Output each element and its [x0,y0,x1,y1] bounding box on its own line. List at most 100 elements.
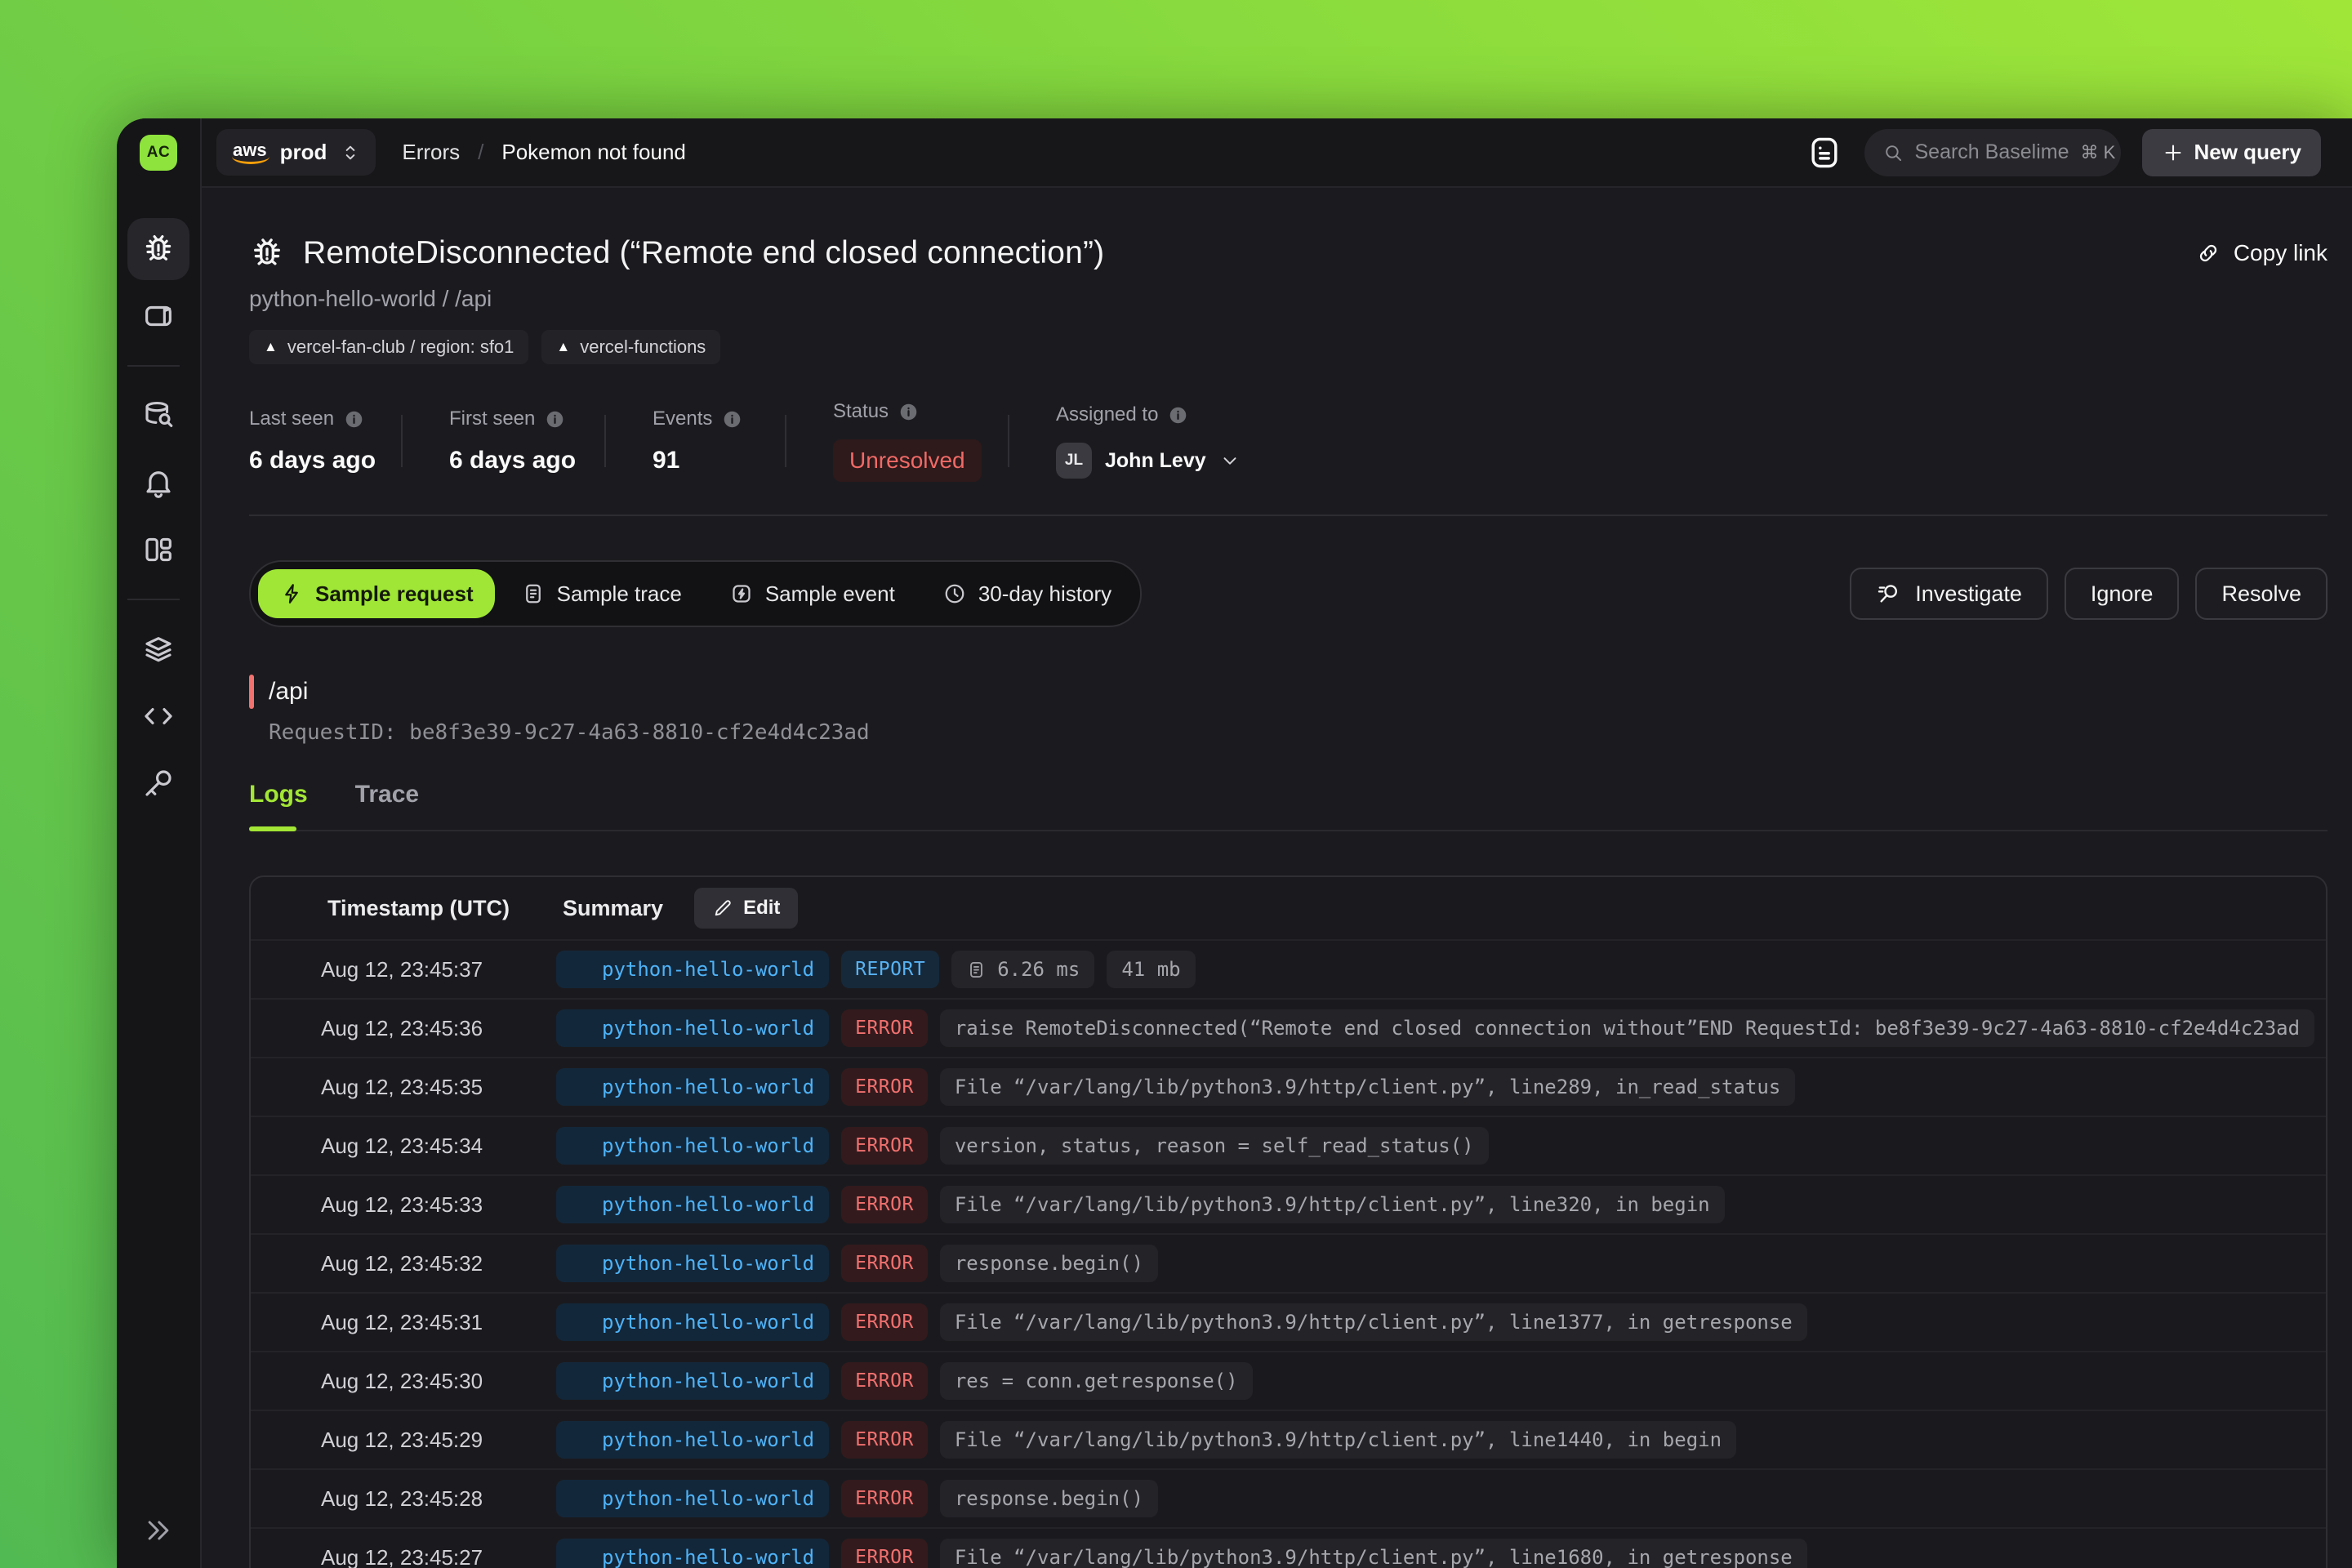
service-chip[interactable]: python-hello-world [556,1186,829,1223]
environment-name: prod [280,140,327,165]
chevron-right-icon[interactable] [280,1253,301,1274]
tab-logs[interactable]: Logs [249,781,308,830]
tag-chip[interactable]: ▲vercel-functions [541,330,720,364]
chevron-right-icon[interactable] [280,1370,301,1392]
tag-chip[interactable]: ▲vercel-fan-club / region: sfo1 [249,330,528,364]
table-row[interactable]: Aug 12, 23:45:34 python-hello-world ERRO… [251,1116,2326,1174]
sidebar-item-layers[interactable] [127,618,189,680]
new-query-button[interactable]: New query [2142,129,2322,176]
table-row[interactable]: Aug 12, 23:45:37 python-hello-world REPO… [251,939,2326,998]
chevron-right-icon[interactable] [280,1547,301,1568]
chevron-right-icon[interactable] [280,959,301,980]
route-error-bar [249,675,254,709]
level-badge: ERROR [841,1362,928,1400]
chevron-right-icon[interactable] [280,1076,301,1098]
page-title: RemoteDisconnected (“Remote end closed c… [303,235,2178,271]
package-icon [571,1254,591,1274]
breadcrumb-section[interactable]: Errors [402,140,460,165]
sidebar-item-database-search[interactable] [127,385,189,447]
chevron-right-icon[interactable] [280,1194,301,1215]
pencil-icon [712,898,733,919]
resolve-button[interactable]: Resolve [2195,568,2328,620]
lightning-icon [279,581,304,606]
sidebar-item-package[interactable] [127,285,189,347]
new-query-label: New query [2194,140,2302,165]
chevron-right-icon[interactable] [280,1135,301,1156]
table-row[interactable]: Aug 12, 23:45:29 python-hello-world ERRO… [251,1410,2326,1468]
table-row[interactable]: Aug 12, 23:45:31 python-hello-world ERRO… [251,1292,2326,1351]
level-badge: ERROR [841,1009,928,1047]
tab-sample-request[interactable]: Sample request [258,569,495,618]
table-row[interactable]: Aug 12, 23:45:27 python-hello-world ERRO… [251,1527,2326,1568]
level-badge: ERROR [841,1421,928,1459]
service-chip[interactable]: python-hello-world [556,1303,829,1341]
service-chip[interactable]: python-hello-world [556,1009,829,1047]
assignee-selector[interactable]: JLJohn Levy [1056,443,1241,479]
assignee-name: John Levy [1105,449,1206,473]
package-icon [571,1312,591,1333]
service-chip[interactable]: python-hello-world [556,1127,829,1165]
log-message: File “/var/lang/lib/python3.9/http/clien… [940,1303,1807,1341]
service-chip[interactable]: python-hello-world [556,1245,829,1282]
service-chip[interactable]: python-hello-world [556,1480,829,1517]
search-input[interactable]: Search Baselime ⌘ K [1864,129,2121,176]
environment-selector[interactable]: aws prod [216,129,376,176]
sidebar-item-bell[interactable] [127,452,189,514]
tab-sample-event[interactable]: Sample event [708,569,916,618]
info-icon [722,409,742,430]
layers-icon [141,632,176,666]
table-row[interactable]: Aug 12, 23:45:30 python-hello-world ERRO… [251,1351,2326,1410]
copy-link-label: Copy link [2234,240,2328,266]
level-badge: ERROR [841,1068,928,1106]
ignore-button[interactable]: Ignore [2065,568,2180,620]
logs-table: Timestamp (UTC) Summary Edit Aug 12, 23:… [249,875,2328,1568]
investigate-icon [1876,581,1902,607]
investigate-button[interactable]: Investigate [1850,568,2048,620]
sample-toolbar: Sample requestSample traceSample event30… [249,560,2328,627]
tab-30-day-history[interactable]: 30-day history [921,569,1133,618]
service-chip[interactable]: python-hello-world [556,951,829,988]
bell-icon [141,466,176,500]
row-timestamp: Aug 12, 23:45:36 [321,1016,556,1041]
avatar[interactable]: AC [140,135,177,171]
service-chip[interactable]: python-hello-world [556,1421,829,1459]
metric-chip: 6.26 ms [951,951,1094,988]
chevron-right-icon[interactable] [280,1018,301,1039]
breadcrumb-current: Pokemon not found [501,140,686,165]
chevron-right-icon[interactable] [280,1488,301,1509]
table-row[interactable]: Aug 12, 23:45:28 python-hello-world ERRO… [251,1468,2326,1527]
copy-link-button[interactable]: Copy link [2196,240,2328,266]
level-badge: ERROR [841,1303,928,1341]
table-row[interactable]: Aug 12, 23:45:32 python-hello-world ERRO… [251,1233,2326,1292]
expand-sidebar-icon[interactable] [142,1514,175,1547]
service-chip[interactable]: python-hello-world [556,1539,829,1568]
table-row[interactable]: Aug 12, 23:45:36 python-hello-world ERRO… [251,998,2326,1057]
metric-chip: 41 mb [1107,951,1195,988]
sidebar-item-dashboard[interactable] [127,519,189,581]
stat-divider [1008,415,1009,467]
tab-sample-trace[interactable]: Sample trace [500,569,703,618]
chevron-right-icon[interactable] [280,1429,301,1450]
sample-request-block: /api RequestID: be8f3e39-9c27-4a63-8810-… [249,675,2328,745]
edit-columns-button[interactable]: Edit [694,888,798,929]
sidebar-item-key[interactable] [127,752,189,814]
service-chip[interactable]: python-hello-world [556,1068,829,1106]
issue-header: RemoteDisconnected (“Remote end closed c… [249,188,2328,516]
search-placeholder: Search Baselime [1915,140,2069,164]
sidebar-item-bug[interactable] [127,218,189,280]
service-chip[interactable]: python-hello-world [556,1362,829,1400]
table-row[interactable]: Aug 12, 23:45:35 python-hello-world ERRO… [251,1057,2326,1116]
sidebar: AC [117,118,202,1568]
key-icon [141,766,176,800]
log-trace-tabs: Logs Trace [249,781,2328,831]
changelog-icon[interactable] [1806,134,1843,172]
stat-first-seen: First seen 6 days ago [449,408,604,474]
search-shortcut: ⌘ K [2080,142,2115,163]
tag-row: ▲vercel-fan-club / region: sfo1 ▲vercel-f… [249,330,2328,364]
search-icon [1882,142,1904,163]
chevron-right-icon[interactable] [280,1312,301,1333]
sidebar-item-code[interactable] [127,685,189,747]
table-row[interactable]: Aug 12, 23:45:33 python-hello-world ERRO… [251,1174,2326,1233]
tab-trace[interactable]: Trace [355,781,419,830]
info-icon [1168,405,1188,425]
